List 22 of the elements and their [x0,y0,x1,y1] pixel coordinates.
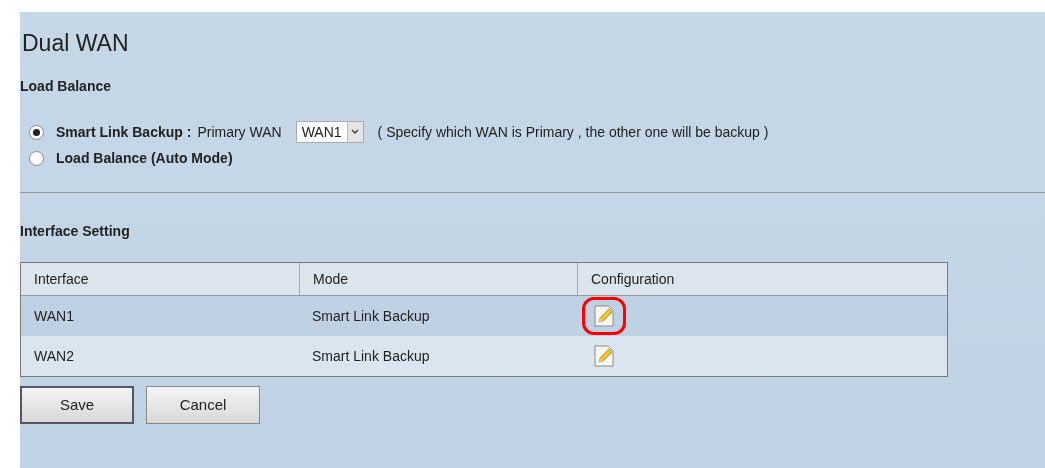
radio-button[interactable] [29,124,44,140]
save-button[interactable]: Save [20,386,134,424]
section-heading: Load Balance [20,77,113,96]
edit-icon [594,345,614,367]
table-cell-text: WAN2 [33,346,75,366]
primary-wan-select[interactable]: WAN1 [295,121,364,143]
caret-icon [346,122,363,142]
column-header: Configuration [577,263,947,295]
field-label: Primary WAN [197,122,282,142]
page-title: Dual WAN [21,29,130,58]
table-cell-text: Smart Link Backup [311,306,431,326]
section-heading: Interface Setting [20,222,131,241]
table-cell-text: WAN1 [33,306,75,326]
table-cell-text: Smart Link Backup [311,346,431,366]
hint-text: ( Specify which WAN is Primary , the other one will be backup ) [377,122,769,142]
option-label: Smart Link Backup : [56,122,192,142]
option-label: Load Balance (Auto Mode) [56,148,233,168]
column-header: Mode [299,263,577,295]
radio-button[interactable] [29,150,44,166]
cancel-button[interactable]: Cancel [146,386,260,424]
edit-icon [594,305,614,327]
column-header: Interface [33,269,90,289]
